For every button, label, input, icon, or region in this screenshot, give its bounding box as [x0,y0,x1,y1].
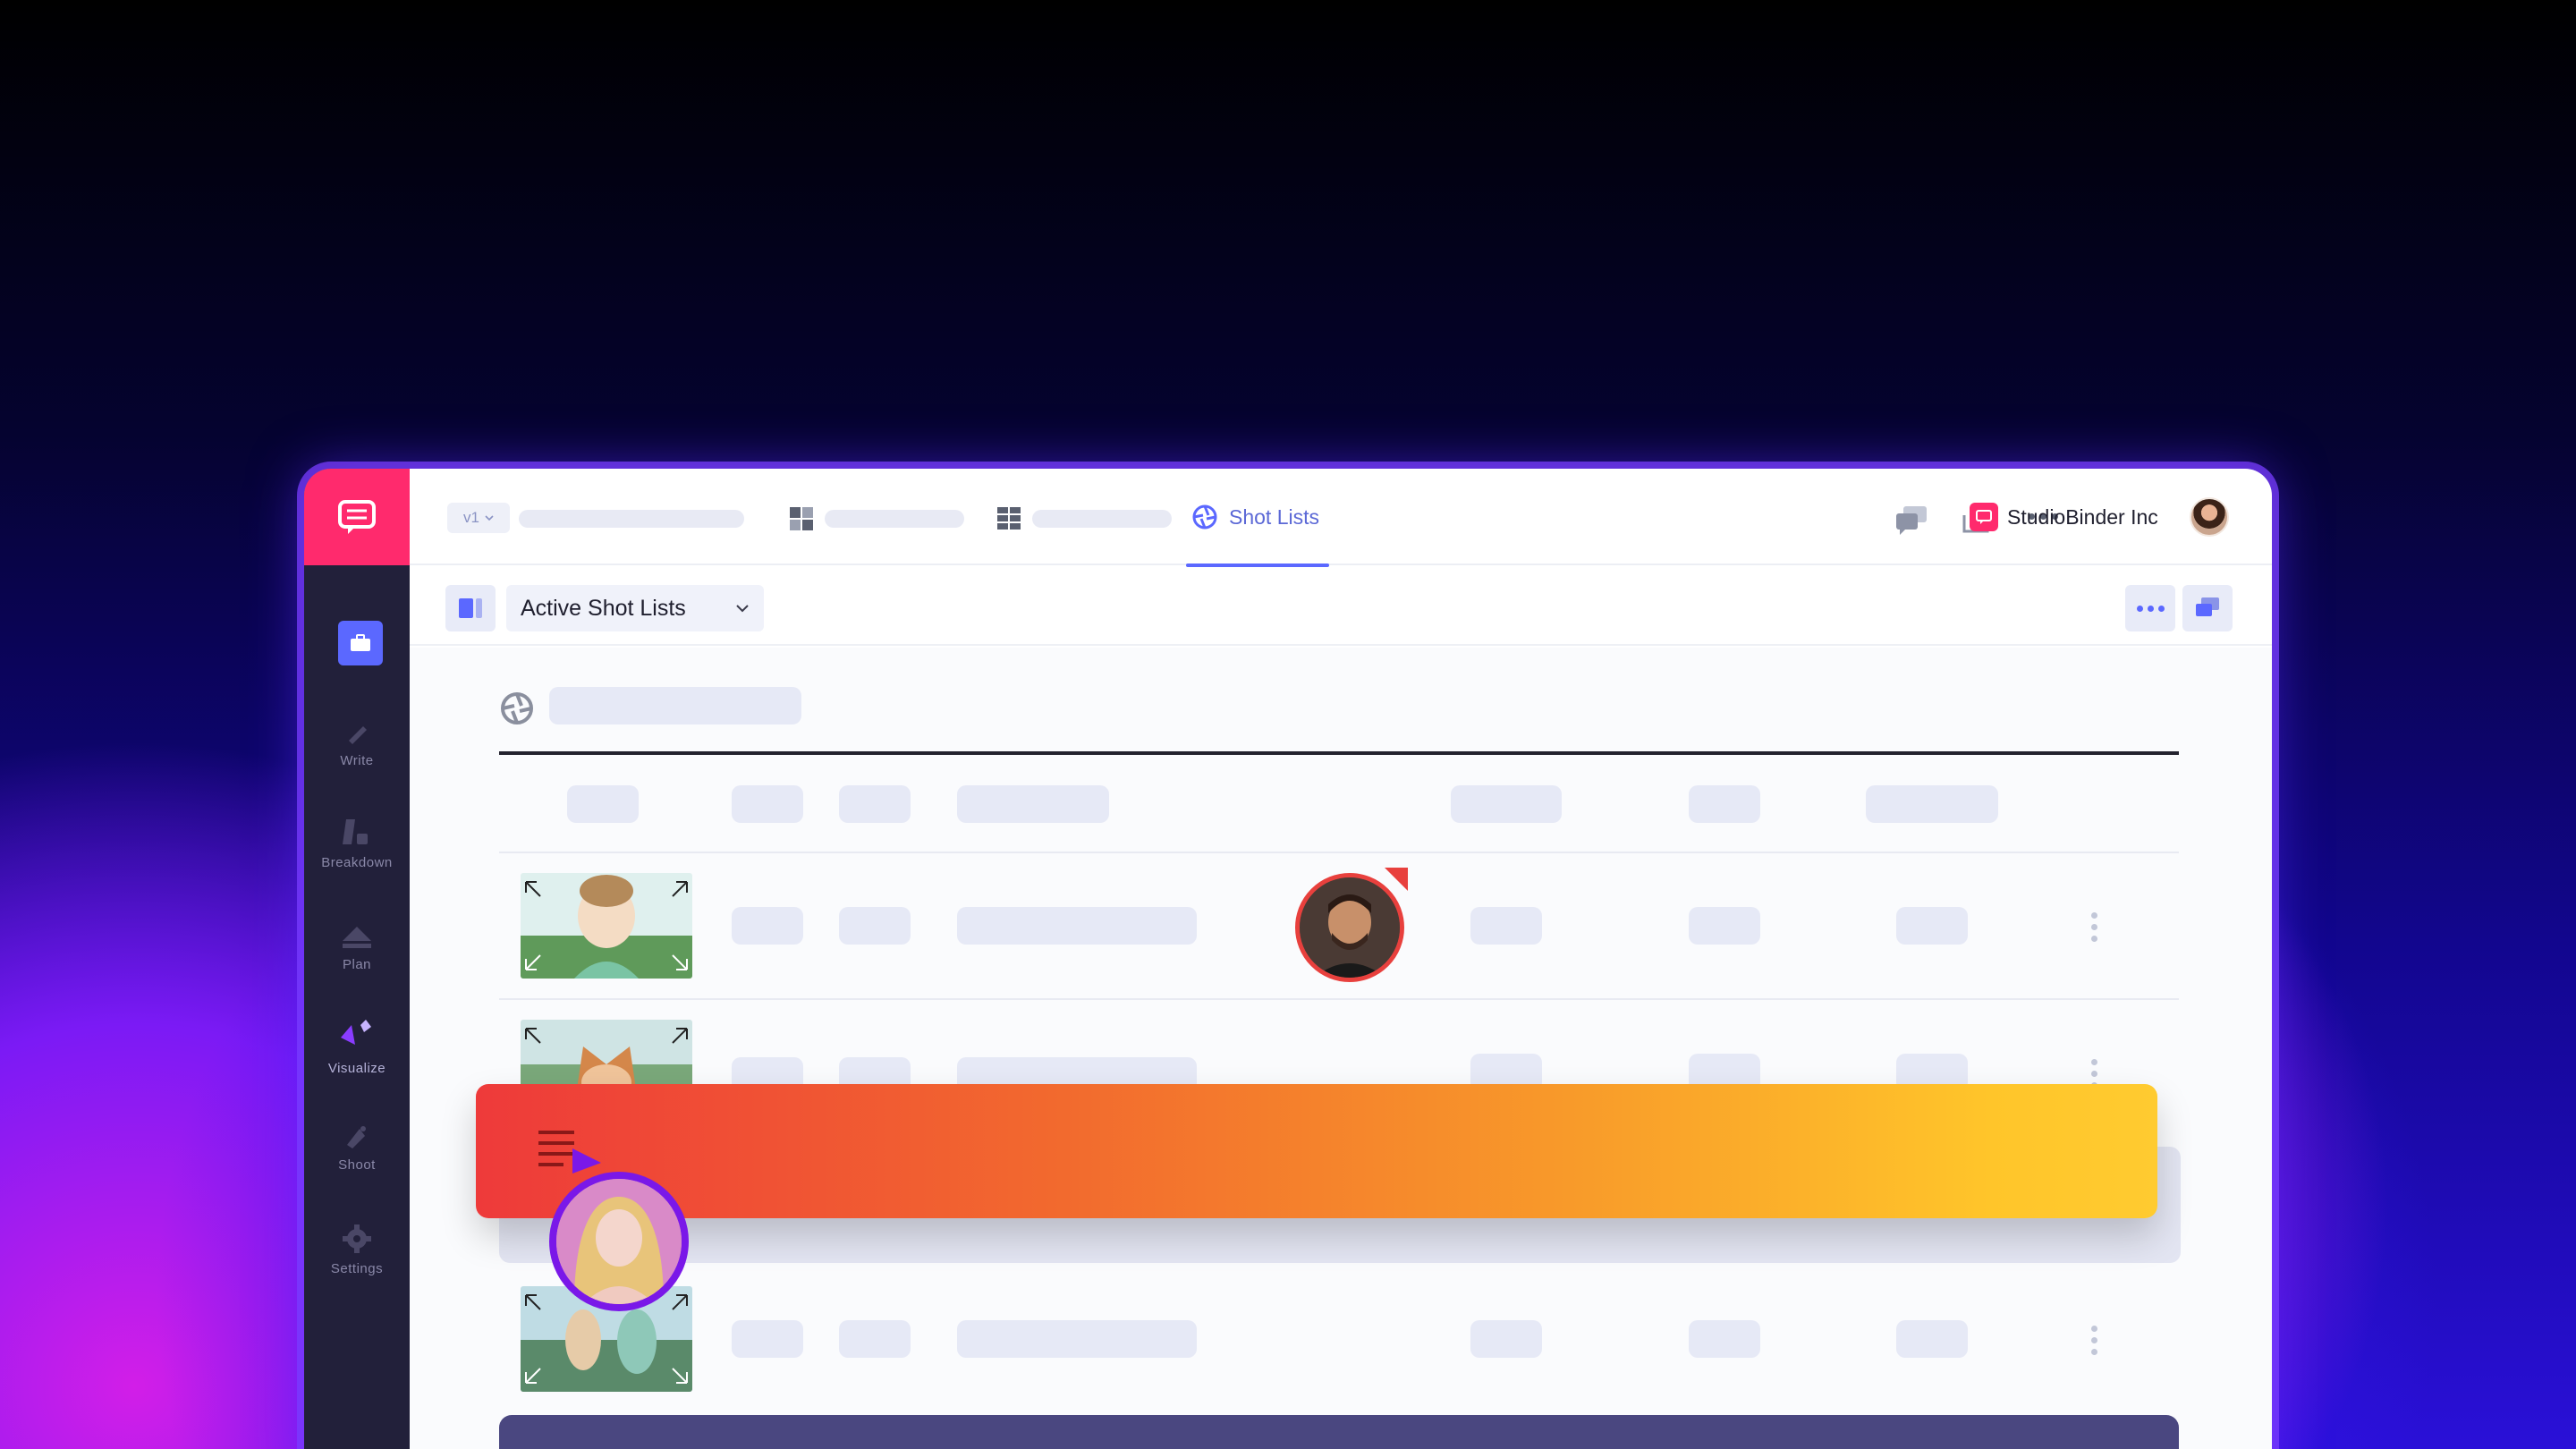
sidebar: Write Breakdown Plan Visualize Shoot Set… [304,469,410,1449]
column-header-placeholder [957,785,1109,823]
sidebar-item-write[interactable]: Write [304,719,410,768]
chat-logo-icon [338,500,376,534]
ellipsis-icon [2136,605,2165,612]
tab-placeholder-1[interactable] [825,510,964,528]
briefcase-icon [351,634,370,651]
shot-list-title-placeholder[interactable] [549,687,801,724]
column-header-placeholder [732,785,803,823]
sidebar-item-label: Write [340,753,374,768]
sidebar-item-shoot[interactable]: Shoot [304,1123,410,1173]
toolbar-comments-button[interactable] [2182,585,2233,631]
cell-placeholder[interactable] [957,1320,1197,1358]
pencil-icon [349,726,367,744]
tab-shot-lists-label: Shot Lists [1229,504,1319,529]
cell-placeholder[interactable] [732,907,803,945]
sidebar-item-label: Shoot [338,1157,376,1173]
sidebar-item-label: Plan [342,957,372,972]
cell-placeholder[interactable] [839,1320,911,1358]
version-label: v1 [463,509,479,526]
plan-icon [343,927,371,948]
collaborator-avatar-dragging [549,1172,689,1311]
sidebar-panel-icon [459,598,482,618]
projects-button[interactable] [338,621,383,665]
breakdown-icon [343,819,368,844]
user-avatar[interactable] [2190,497,2229,537]
row-divider [499,998,2179,1000]
shot-list-view-select[interactable]: Active Shot Lists [506,585,764,631]
select-value: Active Shot Lists [521,595,686,621]
tab-shot-lists[interactable]: Shot Lists [1186,469,1329,567]
board-icon[interactable] [789,506,814,531]
sidebar-item-label: Settings [330,1261,384,1276]
comments-icon [2196,597,2219,616]
sidebar-item-label: Breakdown [321,855,393,870]
cell-placeholder[interactable] [1896,907,1968,945]
reorder-handle-icon [538,1131,601,1174]
row-menu-icon[interactable] [2091,912,2098,947]
dragging-shot-row[interactable] [476,1084,2157,1218]
company-name: StudioBinder Inc [2007,504,2158,529]
section-divider [499,751,2179,755]
sub-toolbar: Active Shot Lists [410,565,2272,646]
storyboard-image [521,873,692,979]
footer-bar [499,1415,2179,1449]
company-switcher[interactable]: StudioBinder Inc [1970,503,2158,531]
aperture-icon [501,692,533,724]
shoot-icon [347,1126,366,1148]
sidebar-item-breakdown[interactable]: Breakdown [304,818,410,870]
tab-placeholder-2[interactable] [1032,510,1172,528]
version-dropdown[interactable]: v1 [447,503,510,533]
studiobinder-logo[interactable] [304,469,410,565]
sidebar-item-visualize[interactable]: Visualize [304,1018,410,1076]
sidebar-item-settings[interactable]: Settings [304,1224,410,1276]
company-logo-icon [1970,503,1998,531]
visualize-icon [341,1020,371,1045]
chevron-down-icon [485,514,494,521]
top-bar: v1 Shot Lists StudioBinder Inc [410,469,2272,567]
cell-placeholder[interactable] [839,907,911,945]
panel-toggle-button[interactable] [445,585,496,631]
sidebar-item-plan[interactable]: Plan [304,923,410,972]
cell-placeholder[interactable] [1689,907,1760,945]
comments-icon[interactable] [1894,504,1928,535]
cell-placeholder[interactable] [1470,1320,1542,1358]
shot-thumbnail[interactable] [521,873,692,979]
chevron-down-icon [736,605,749,613]
breadcrumb-project-placeholder[interactable] [519,510,744,528]
column-header-placeholder [1451,785,1562,823]
row-menu-icon[interactable] [2091,1326,2098,1360]
column-header-placeholder [1866,785,1998,823]
cell-placeholder[interactable] [957,907,1197,945]
cell-placeholder[interactable] [1689,1320,1760,1358]
row-divider [499,852,2179,853]
aperture-icon [1192,504,1217,530]
cell-placeholder[interactable] [1470,907,1542,945]
cell-placeholder[interactable] [1896,1320,1968,1358]
column-header-placeholder [839,785,911,823]
column-header-placeholder [567,785,639,823]
cell-placeholder[interactable] [732,1320,803,1358]
grid-icon[interactable] [996,506,1021,531]
toolbar-more-button[interactable] [2125,585,2175,631]
cursor-pointer-icon [1385,868,1408,891]
sidebar-item-label: Visualize [327,1061,386,1076]
gear-icon [343,1224,371,1253]
column-header-placeholder [1689,785,1760,823]
